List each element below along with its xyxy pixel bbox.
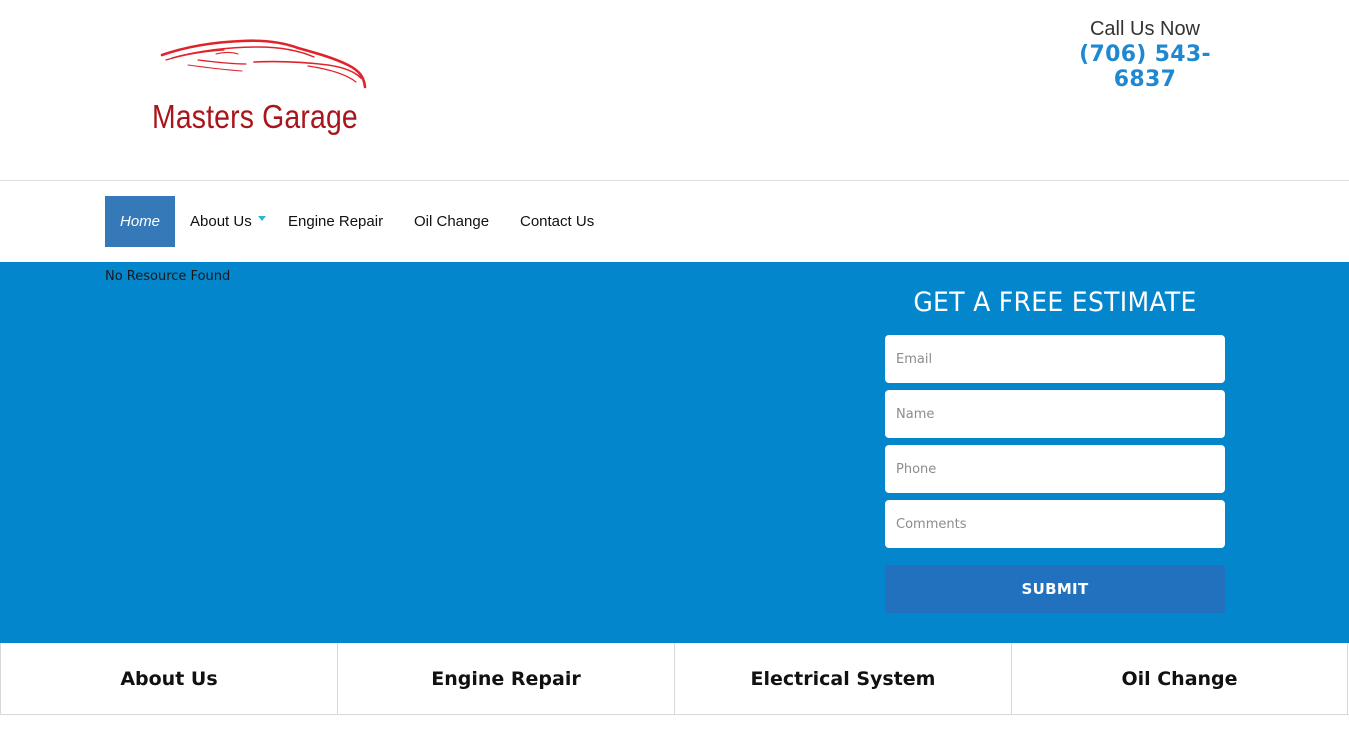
hero-section: No Resource Found GET A FREE ESTIMATE SU… xyxy=(0,262,1349,643)
call-us-block: Call Us Now (706) 543-6837 xyxy=(1055,18,1235,92)
services-strip: About Us Engine Repair Electrical System… xyxy=(0,643,1349,715)
nav-item-oil-change[interactable]: Oil Change xyxy=(399,196,504,247)
estimate-form-title: GET A FREE ESTIMATE xyxy=(913,287,1197,318)
service-electrical-system[interactable]: Electrical System xyxy=(674,643,1011,715)
nav-item-home[interactable]: Home xyxy=(105,196,176,247)
caret-down-icon xyxy=(257,215,266,221)
main-nav: Home About Us Engine Repair Oil Change C… xyxy=(0,180,1349,262)
phone-field[interactable] xyxy=(885,445,1225,493)
car-logo-icon xyxy=(160,39,367,89)
site-logo[interactable]: Masters Garage xyxy=(150,38,370,142)
nav-item-about-us[interactable]: About Us xyxy=(175,196,281,247)
free-estimate-form: GET A FREE ESTIMATE SUBMIT xyxy=(885,287,1225,613)
comments-field[interactable] xyxy=(885,500,1225,548)
nav-item-contact-us[interactable]: Contact Us xyxy=(505,196,609,247)
service-about-us[interactable]: About Us xyxy=(0,643,337,715)
email-field[interactable] xyxy=(885,335,1225,383)
nav-item-engine-repair[interactable]: Engine Repair xyxy=(273,196,398,247)
service-engine-repair[interactable]: Engine Repair xyxy=(337,643,674,715)
submit-button[interactable]: SUBMIT xyxy=(885,565,1225,613)
name-field[interactable] xyxy=(885,390,1225,438)
service-oil-change[interactable]: Oil Change xyxy=(1011,643,1348,715)
no-resource-message: No Resource Found xyxy=(105,269,231,284)
brand-name: Masters Garage xyxy=(152,98,358,135)
phone-number-link[interactable]: (706) 543-6837 xyxy=(1055,42,1235,92)
site-header: Masters Garage Call Us Now (706) 543-683… xyxy=(0,0,1349,180)
nav-item-label: About Us xyxy=(190,213,252,230)
call-us-label: Call Us Now xyxy=(1089,18,1201,40)
